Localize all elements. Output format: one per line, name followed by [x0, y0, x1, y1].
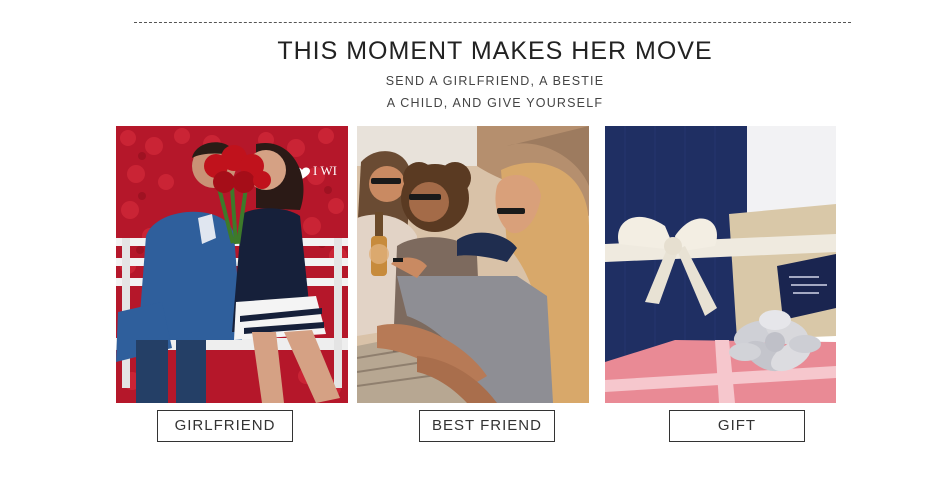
dashed-divider [134, 22, 851, 23]
gift-button[interactable]: GIFT [669, 410, 805, 442]
couple-image: I WI [116, 126, 348, 403]
product-banner: THIS MOMENT MAKES HER MOVE SEND A GIRLFR… [0, 0, 930, 478]
girlfriend-photo[interactable]: I WI [116, 126, 348, 403]
girlfriend-button[interactable]: GIRLFRIEND [157, 410, 293, 442]
best-friend-button[interactable]: BEST FRIEND [419, 410, 555, 442]
friends-image [357, 126, 589, 403]
best-friend-photo[interactable] [357, 126, 589, 403]
page-title: THIS MOMENT MAKES HER MOVE [277, 37, 713, 65]
image-caption: I WI [313, 163, 337, 178]
subtitle-line-2: A CHILD, AND GIVE YOURSELF [386, 96, 604, 110]
gift-box-image [605, 126, 836, 403]
gift-photo[interactable] [605, 126, 836, 403]
subtitle-line-1: SEND A GIRLFRIEND, A BESTIE [385, 74, 605, 88]
